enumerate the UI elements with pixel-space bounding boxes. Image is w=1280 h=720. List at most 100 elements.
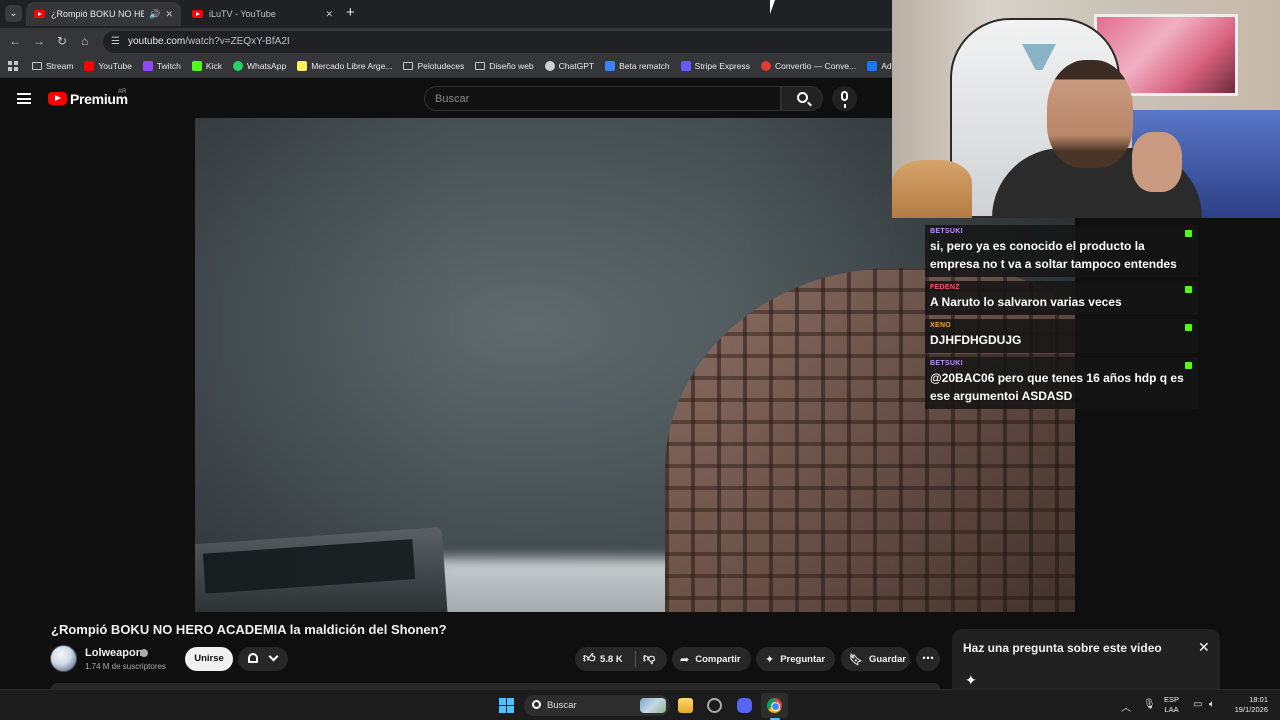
file-explorer-icon[interactable] (678, 698, 693, 713)
voice-search-button[interactable] (832, 86, 857, 111)
chat-username: BETSUKI (930, 228, 963, 235)
notifications-button[interactable] (238, 647, 288, 671)
bookmark-item[interactable]: Kick (191, 61, 222, 71)
kick-badge-icon (1185, 286, 1192, 293)
share-button[interactable]: ➦ Compartir (672, 647, 751, 671)
address-bar[interactable]: ☰ youtube.com/watch?v=ZEQxY-BfA2I (103, 31, 892, 53)
like-divider (635, 651, 636, 667)
chat-message: BETSUKI si, pero ya es conocido el produ… (925, 225, 1198, 277)
like-count[interactable]: 5.8 K (600, 654, 623, 665)
sparkle-icon: ✦ (965, 672, 977, 688)
more-actions-button[interactable]: ⋯ (916, 647, 940, 671)
youtube-logo-icon[interactable] (48, 92, 67, 105)
like-dislike-group: 👍︎ 5.8 K 👎︎ (575, 647, 667, 671)
thumbs-down-icon[interactable]: 👎︎ (643, 651, 655, 666)
input-language[interactable]: ESP LAA (1164, 695, 1179, 715)
bookmark-label: Diseño web (489, 61, 534, 71)
convertio-icon (760, 61, 771, 71)
beta-icon (605, 61, 616, 71)
apps-grid-icon[interactable] (8, 61, 18, 71)
tab-channel[interactable]: iLuTV - YouTube ✕ (184, 2, 341, 26)
browser-tab-strip: ⌄ ¿Rompió BOKU NO HERO ACADEMIA la maldi… (0, 0, 892, 28)
stream-chat-overlay: BETSUKI si, pero ya es conocido el produ… (925, 225, 1198, 413)
close-tab-icon[interactable]: ✕ (325, 9, 333, 20)
home-icon[interactable]: ⌂ (81, 34, 88, 48)
search-input[interactable] (435, 93, 765, 105)
video-title: ¿Rompió BOKU NO HERO ACADEMIA la maldici… (51, 622, 447, 637)
windows-start-icon[interactable] (499, 698, 514, 713)
network-icon[interactable]: ▭ (1193, 699, 1202, 710)
channel-avatar[interactable] (50, 645, 77, 672)
close-tab-icon[interactable]: ✕ (165, 9, 173, 20)
new-tab-icon[interactable]: + (346, 4, 355, 21)
subscriber-count: 1.74 M de suscriptores (85, 662, 166, 671)
bookmark-item[interactable]: Beta rematch (605, 61, 670, 71)
back-icon[interactable]: ← (9, 34, 21, 48)
bookmark-label: Twitch (156, 61, 181, 71)
bookmark-item[interactable]: Convertio — Conve... (760, 61, 856, 71)
chat-username: FEDENZ (930, 284, 960, 291)
ask-panel: Haz una pregunta sobre este video ✕ ✦ (952, 629, 1220, 693)
join-button[interactable]: Unirse (185, 647, 233, 671)
close-icon[interactable]: ✕ (1198, 639, 1210, 656)
twitch-icon (142, 61, 153, 71)
tab-title: iLuTV - YouTube (209, 9, 276, 19)
bookmark-label: Beta rematch (619, 61, 670, 71)
browser-toolbar: ← → ↻ ⌂ ☰ youtube.com/watch?v=ZEQxY-BfA2… (0, 28, 892, 55)
chat-username: XENO (930, 322, 952, 329)
bookmark-item[interactable]: Mercado Libre Arge... (297, 61, 392, 71)
system-clock[interactable]: 18:01 19/1/2026 (1228, 695, 1268, 715)
bell-icon (248, 653, 258, 663)
forward-icon[interactable]: → (33, 34, 45, 48)
bookmark-item[interactable]: WhatsApp (232, 61, 286, 71)
bookmark-item[interactable]: Diseño web (475, 61, 534, 71)
tab-search-dropdown-icon[interactable]: ⌄ (5, 5, 22, 22)
bookmark-label: Administ (881, 61, 892, 71)
save-button[interactable]: 🔖︎ Guardar (841, 647, 910, 671)
chat-message: BETSUKI @20BAC06 pero que tenes 16 años … (925, 357, 1198, 409)
search-icon (797, 92, 808, 103)
discord-icon[interactable] (737, 698, 752, 713)
chat-text: si, pero ya es conocido el producto la e… (930, 239, 1177, 271)
windows-taskbar: Buscar ︿ 🎙︎ ESP LAA ▭ 🔈︎ 18:01 19/1/2026 (0, 689, 1280, 720)
search-field[interactable] (424, 86, 781, 111)
bookmark-label: ChatGPT (558, 61, 595, 71)
chrome-icon[interactable] (767, 698, 782, 713)
region-code: AR (118, 89, 127, 95)
microphone-tray-icon[interactable]: 🎙︎ (1143, 699, 1156, 710)
save-label: Guardar (868, 653, 906, 665)
verified-badge-icon (140, 649, 148, 657)
channel-name[interactable]: Lolweapon (85, 647, 142, 659)
tray-chevron-up-icon[interactable]: ︿ (1121, 699, 1131, 714)
kick-icon (191, 61, 202, 71)
bookmark-item[interactable]: ChatGPT (544, 61, 595, 71)
streamer-hand (1132, 132, 1182, 192)
bookmarks-bar: Stream YouTube Twitch Kick WhatsApp Mercado L… (0, 55, 892, 78)
bookmark-item[interactable]: Pelotudeces (403, 61, 464, 71)
mouse-cursor-icon (770, 0, 780, 14)
chatgpt-icon (544, 61, 555, 71)
reload-icon[interactable]: ↻ (57, 34, 67, 48)
tab-video[interactable]: ¿Rompió BOKU NO HERO ACADEMIA la maldici… (26, 2, 181, 26)
thumbs-up-icon[interactable]: 👍︎ (583, 651, 596, 666)
sparkle-icon: ✦ (765, 653, 775, 666)
bookmark-item[interactable]: Administ (867, 61, 892, 71)
menu-icon[interactable] (17, 93, 31, 104)
bookmark-item[interactable]: Stream (32, 61, 73, 71)
bookmark-item[interactable]: YouTube (84, 61, 132, 71)
bookmark-item[interactable]: Twitch (142, 61, 181, 71)
speaker-icon[interactable]: 🔊 (149, 9, 160, 20)
bookmark-item[interactable]: Stripe Express (680, 61, 750, 71)
ask-button[interactable]: ✦ Preguntar (756, 647, 835, 671)
volume-icon[interactable]: 🔈︎ (1209, 699, 1215, 710)
bookmark-icon: 🔖︎ (849, 653, 863, 666)
whatsapp-icon (232, 61, 243, 71)
bookmark-label: YouTube (98, 61, 132, 71)
site-info-icon[interactable]: ☰ (111, 36, 120, 47)
search-button[interactable] (781, 86, 823, 111)
app-icon[interactable] (707, 698, 722, 713)
taskbar-search[interactable]: Buscar (524, 695, 670, 716)
search-icon (532, 700, 541, 709)
webcam-streamer (992, 60, 1202, 218)
bookmark-label: Stream (46, 61, 74, 71)
